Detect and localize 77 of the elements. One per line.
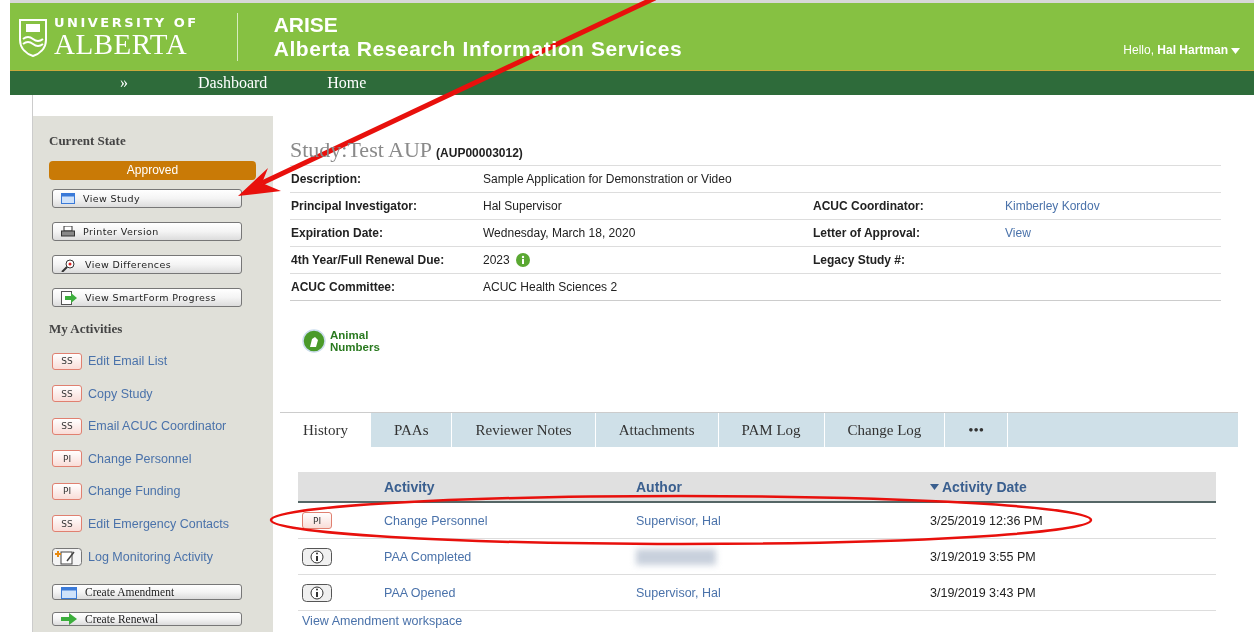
activity-link[interactable]: Copy Study [88, 386, 153, 401]
printer-icon [61, 225, 75, 238]
tab[interactable]: Attachments [595, 413, 719, 447]
column-header[interactable]: Author [636, 478, 930, 495]
role-tag: PI [52, 482, 82, 500]
shield-logo-icon [18, 16, 48, 57]
field-value: Wednesday, March 18, 2020 [483, 226, 636, 240]
role-tag: SS [52, 515, 82, 533]
section-heading: My Activities [49, 321, 124, 337]
activity-link[interactable]: PAA Opened [384, 585, 456, 600]
nav-link[interactable]: Dashboard [198, 74, 268, 92]
caret-icon [1231, 48, 1240, 54]
field-label: ACUC Coordinator: [812, 199, 924, 213]
field-value: Hal Supervisor [483, 199, 562, 213]
field-label: Letter of Approval: [812, 226, 920, 240]
sidebar-button[interactable]: View Differences [52, 255, 242, 274]
author-link[interactable]: Supervisor, Hal [636, 585, 721, 600]
author-link[interactable]: Supervisor, Hal [636, 513, 721, 528]
window-icon [61, 193, 75, 204]
field-value: ACUC Health Sciences 2 [483, 280, 618, 294]
activity-link[interactable]: Edit Emergency Contacts [88, 516, 230, 531]
role-tag: SS [52, 417, 82, 435]
sidebar-button[interactable]: View Study [52, 189, 242, 208]
arrow-right-icon [61, 612, 77, 625]
expand-toggle[interactable]: » [120, 74, 198, 92]
magnifier-icon [61, 257, 77, 272]
state-label: Approved [49, 161, 256, 180]
tab[interactable]: History [280, 413, 371, 447]
column-header[interactable]: Activity [384, 478, 636, 495]
sidebar-button[interactable]: Printer Version [52, 222, 242, 241]
activity-link[interactable]: Email ACUC Coordinator [88, 419, 227, 434]
info-icon [302, 583, 332, 602]
date-cell: 3/19/2019 3:55 PM [930, 549, 1036, 564]
field-link[interactable]: View [1005, 226, 1221, 240]
logo-text: UNIVERSITY OF [54, 15, 199, 30]
date-cell: 3/19/2019 3:43 PM [930, 585, 1036, 600]
calendar-icon [61, 584, 77, 599]
tab[interactable]: ••• [945, 413, 1009, 447]
field-label: 4th Year/Full Renewal Due: [290, 253, 445, 267]
action-button[interactable]: Create Renewal [52, 611, 242, 626]
logo-text: ALBERTA [54, 30, 189, 58]
field-label: Legacy Study #: [812, 253, 906, 267]
field-label: Expiration Date: [290, 226, 383, 240]
app-name: ARISE [273, 12, 339, 36]
activity-link[interactable]: Change Personnel [384, 513, 488, 528]
tab[interactable]: PAAs [371, 413, 453, 447]
role-tag: PI [302, 512, 332, 529]
tab[interactable]: PAM Log [718, 413, 825, 447]
tab[interactable]: Change Log [824, 413, 946, 447]
progress-icon [61, 290, 77, 305]
field-label: Description: [290, 172, 361, 186]
info-icon [302, 547, 332, 566]
study-code: (AUP00003012) [436, 146, 523, 160]
info-icon[interactable] [515, 253, 530, 267]
field-label: Principal Investigator: [290, 199, 418, 213]
notepad-icon [52, 547, 82, 566]
activity-link[interactable]: Change Funding [88, 484, 181, 499]
field-value: 2023 [483, 253, 510, 267]
activity-link[interactable]: Log Monitoring Activity [88, 549, 214, 564]
action-button[interactable]: Create Amendment [52, 583, 242, 600]
workspace-link[interactable]: View Amendment workspace [302, 614, 463, 628]
activity-link[interactable]: Edit Email List [88, 354, 168, 368]
role-tag: SS [52, 385, 82, 403]
column-header[interactable]: Activity Date [930, 478, 1216, 495]
nav-link[interactable]: Home [327, 74, 367, 92]
role-tag: SS [52, 352, 82, 370]
tab[interactable]: Reviewer Notes [452, 413, 596, 447]
field-label: ACUC Committee: [290, 280, 395, 294]
sidebar-button[interactable]: View SmartForm Progress [52, 288, 242, 307]
field-value: Sample Application for Demonstration or Video [483, 172, 732, 186]
field-link[interactable]: Kimberley Kordov [1005, 199, 1221, 213]
animal-numbers-link[interactable]: Animal Numbers [330, 329, 390, 353]
activity-link[interactable]: PAA Completed [384, 549, 472, 564]
role-tag: PI [52, 450, 82, 468]
section-heading: Current State [49, 133, 127, 149]
date-cell: 3/25/2019 12:36 PM [930, 513, 1043, 528]
activity-link[interactable]: Change Personnel [88, 451, 192, 466]
